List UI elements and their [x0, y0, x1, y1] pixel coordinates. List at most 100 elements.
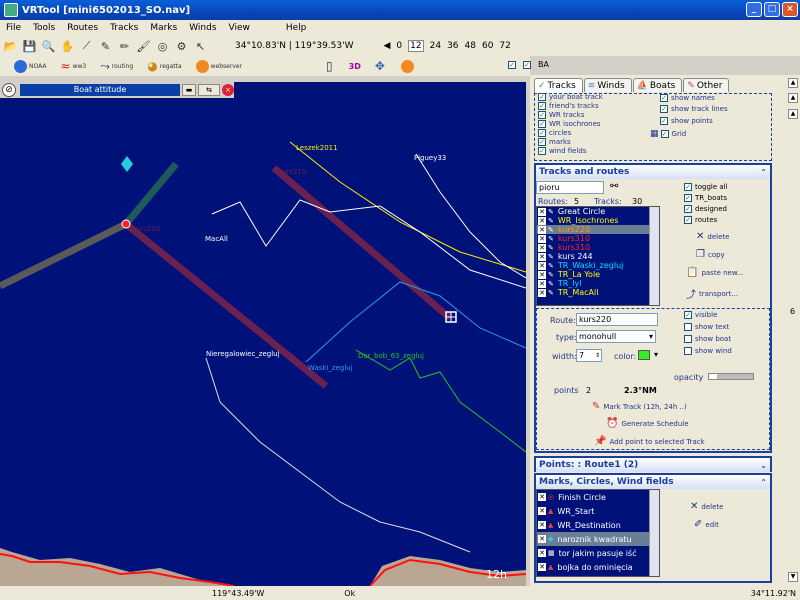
pointer-icon[interactable]: ↖ — [192, 38, 209, 55]
delete-mark-button[interactable]: ✕ delete — [690, 501, 723, 512]
menu-marks[interactable]: Marks — [144, 23, 183, 33]
delete-track-button[interactable]: ✕ delete — [696, 231, 729, 242]
opt-marks[interactable]: ✓ marks — [538, 138, 571, 146]
close-attitude-icon[interactable]: × — [222, 84, 234, 96]
row-x-icon[interactable]: ✕ — [538, 270, 546, 279]
forecast-hour-24[interactable]: 24 — [430, 41, 441, 51]
opt-visible[interactable]: ✓ visible — [684, 311, 717, 319]
track-list-item[interactable]: ✕ ✎ kurs220 — [537, 225, 659, 234]
forecast-hour-60[interactable]: 60 — [482, 41, 493, 51]
minimize-attitude-icon[interactable]: ▬ — [182, 84, 196, 96]
edit-mark-button[interactable]: ✐ edit — [694, 519, 719, 530]
menu-help[interactable]: Help — [280, 23, 313, 33]
ww3-button[interactable]: ≈ ww3 — [60, 59, 86, 73]
transport-button[interactable]: ⤴ transport... — [686, 286, 738, 302]
track-list-item[interactable]: ✕ ✎ WR_Isochrones — [537, 216, 659, 225]
forecast-hour-72[interactable]: 72 — [499, 41, 510, 51]
opt-your-boat-track[interactable]: ✓ your boat track — [538, 93, 603, 101]
row-x-icon[interactable]: ✕ — [538, 216, 546, 225]
row-x-icon[interactable]: ✕ — [538, 549, 546, 557]
paste-new-button[interactable]: 📋 paste new... — [686, 267, 744, 278]
track-list-item[interactable]: ✕ ✎ kurs 244 — [537, 252, 659, 261]
threed-button[interactable]: 3D — [349, 62, 361, 71]
divider-icon[interactable]: ⟋ — [78, 38, 95, 55]
map-canvas[interactable]: Leszek2011 Piguey33 MacAll kurs220 kurs3… — [0, 82, 526, 586]
route-name-input[interactable]: kurs220 — [576, 313, 658, 326]
attitude-settings-icon[interactable]: ⇆ — [198, 84, 220, 96]
menu-routes[interactable]: Routes — [61, 23, 104, 33]
menu-view[interactable]: View — [223, 23, 256, 33]
row-x-icon[interactable]: ✕ — [538, 234, 546, 243]
filter-tr-boats[interactable]: ✓ TR_boats — [684, 194, 727, 202]
filter-routes[interactable]: ✓ routes — [684, 216, 717, 224]
track-list-item[interactable]: ✕ ✎ kurs310 — [537, 234, 659, 243]
track-list-item[interactable]: ✕ ✎ Great Circle — [537, 207, 659, 216]
compass-icon[interactable]: ✥ — [375, 59, 387, 73]
route-type-select[interactable]: monohull ▾ — [576, 330, 656, 343]
row-x-icon[interactable]: ✕ — [538, 252, 546, 261]
menu-winds[interactable]: Winds — [183, 23, 222, 33]
routing-button[interactable]: ⤳ routing — [100, 59, 133, 74]
opt-show-track-lines[interactable]: ✓ show track lines — [660, 105, 728, 113]
tab-winds[interactable]: ≋ Winds — [583, 78, 632, 92]
menu-tracks[interactable]: Tracks — [104, 23, 144, 33]
copy-track-button[interactable]: ❐ copy — [696, 249, 725, 260]
marks-header[interactable]: Marks, Circles, Wind fields ⌃ — [536, 475, 770, 489]
zoom-icon[interactable]: 🔍 — [40, 38, 57, 55]
compass-rose-icon[interactable]: ⊘ — [2, 83, 16, 97]
row-x-icon[interactable]: ✕ — [538, 521, 546, 529]
gear-icon[interactable]: ⚙ — [173, 38, 190, 55]
opt-show-points[interactable]: ✓ show points — [660, 117, 713, 125]
firefox-icon[interactable] — [400, 59, 416, 73]
track-list-item[interactable]: ✕ ✎ TR_Waski_zegluj — [537, 261, 659, 270]
strip-button-1[interactable]: ▲ — [788, 78, 798, 88]
circle-target-icon[interactable]: ◎ — [154, 38, 171, 55]
forecast-hour-0[interactable]: 0 — [396, 41, 402, 51]
route-color-swatch[interactable] — [638, 350, 650, 360]
mark-list-item[interactable]: ✕ ▲ bojka do ominięcia — [537, 560, 659, 574]
menu-file[interactable]: File — [0, 23, 27, 33]
pan-hand-icon[interactable]: ✋ — [59, 38, 76, 55]
opt-show-names[interactable]: ✓ show names — [660, 94, 715, 102]
ba-checkbox-1[interactable]: ✓ — [508, 60, 516, 69]
row-x-icon[interactable]: ✕ — [538, 225, 546, 234]
opt-show-boat[interactable]: show boat — [684, 335, 731, 343]
strip-button-4[interactable]: ▼ — [788, 572, 798, 582]
route-tool-icon[interactable]: ✎ — [97, 38, 114, 55]
pencil-icon[interactable]: ✏ — [116, 38, 133, 55]
tracks-list-scrollbar[interactable] — [649, 207, 659, 305]
opt-wind-fields[interactable]: ✓ wind fields — [538, 147, 587, 155]
opacity-slider-thumb[interactable] — [709, 374, 717, 379]
opt-circles[interactable]: ✓ circles — [538, 129, 571, 137]
row-x-icon[interactable]: ✕ — [538, 261, 546, 270]
opt-wr-tracks[interactable]: ✓ WR tracks — [538, 111, 584, 119]
row-x-icon[interactable]: ✕ — [538, 507, 546, 515]
strip-button-2[interactable]: ▲ — [788, 93, 798, 103]
forecast-hour-36[interactable]: 36 — [447, 41, 458, 51]
opt-grid[interactable]: ▦ ✓ Grid — [650, 129, 686, 139]
track-list-item[interactable]: ✕ ✎ TR_MacAll — [537, 288, 659, 297]
minimize-button[interactable]: _ — [746, 2, 762, 17]
ba-checkbox-2[interactable]: ✓ — [523, 60, 531, 69]
opacity-slider[interactable] — [708, 373, 754, 380]
tracks-list[interactable]: ✕ ✎ Great Circle ✕ ✎ WR_Isochrones ✕ ✎ kurs220 ✕ ✎… — [536, 206, 660, 306]
generate-schedule-button[interactable]: ⏰ Generate Schedule — [606, 418, 689, 429]
maximize-button[interactable]: □ — [764, 2, 780, 17]
save-icon[interactable]: 💾 — [21, 38, 38, 55]
opt-wr-isochrones[interactable]: ✓ WR isochrones — [538, 120, 601, 128]
mark-track-button[interactable]: ✎ Mark Track (12h, 24h ..) — [592, 401, 687, 412]
points-header[interactable]: Points: : Route1 (2) ⌄ — [536, 458, 770, 472]
row-x-icon[interactable]: ✕ — [538, 563, 546, 571]
add-point-button[interactable]: 📌 Add point to selected Track — [594, 436, 705, 447]
track-search-input[interactable]: pioru — [536, 181, 604, 194]
forecast-hour-12[interactable]: 12 — [408, 40, 424, 52]
track-list-item[interactable]: ✕ ✎ TR_lyl — [537, 279, 659, 288]
mark-list-item[interactable]: ✕ ◎ Finish Circle — [537, 490, 659, 504]
opt-show-wind[interactable]: show wind — [684, 347, 732, 355]
marks-list[interactable]: ✕ ◎ Finish Circle ✕ ▲ WR_Start ✕ ▲ WR_Destinatio… — [536, 489, 660, 577]
opt-friends-tracks[interactable]: ✓ friend's tracks — [538, 102, 599, 110]
row-x-icon[interactable]: ✕ — [538, 279, 546, 288]
route-width-stepper[interactable]: 7 ⇕ — [576, 349, 602, 362]
close-button[interactable]: × — [782, 2, 798, 17]
forecast-prev-icon[interactable]: ◀ — [384, 41, 391, 51]
